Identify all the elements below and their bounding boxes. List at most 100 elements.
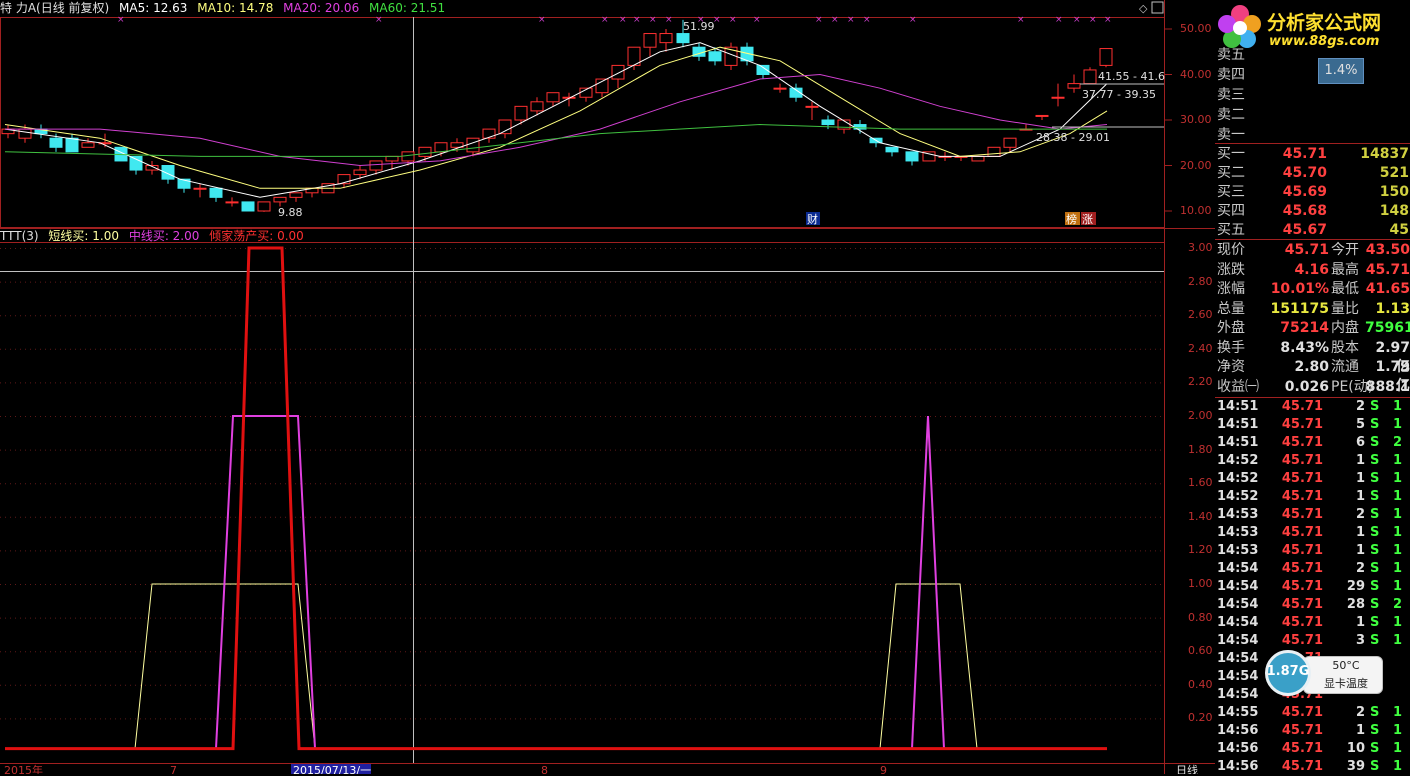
stat-label: 涨幅: [1217, 281, 1245, 297]
signal-x-mark: ×: [753, 15, 761, 25]
stat-label: 股本: [1331, 339, 1359, 356]
indicator-name[interactable]: TTT(3): [0, 229, 39, 243]
sell-level-row[interactable]: 卖五: [1215, 46, 1410, 65]
tick-volume: 2: [1355, 507, 1365, 522]
tick-time: 14:55: [1217, 705, 1259, 720]
tick-price: 45.71: [1281, 471, 1323, 486]
signal-x-mark: ×: [601, 15, 609, 25]
candle-body: [353, 169, 367, 176]
tick-side: S: [1370, 615, 1380, 630]
tick-price: 45.71: [1281, 615, 1323, 630]
candle-body: [65, 137, 79, 153]
sell-level-label: 卖三: [1217, 87, 1245, 103]
buy-level-row[interactable]: 买二 45.70 521: [1215, 164, 1410, 183]
candle-body: [1051, 96, 1065, 99]
signal-x-mark: ×: [1089, 15, 1097, 25]
tick-side: S: [1370, 561, 1380, 576]
tick-time: 14:54: [1217, 615, 1259, 630]
indicator-gridlines: [0, 248, 1164, 720]
candle-body: [514, 105, 528, 121]
tick-side: S: [1370, 633, 1380, 648]
candle-body: [805, 105, 819, 108]
tick-price: 45.71: [1281, 525, 1323, 540]
stat-value: 2.80: [1294, 359, 1329, 375]
buy-level-label: 买二: [1217, 165, 1245, 181]
xaxis-label-sep: 9: [880, 764, 887, 774]
sell-level-row[interactable]: 卖四: [1215, 66, 1410, 85]
price-tick-label: 20.00: [1180, 158, 1212, 172]
tick-count: 1: [1393, 741, 1403, 756]
tick-price: 45.71: [1281, 543, 1323, 558]
tick-time: 14:53: [1217, 507, 1259, 522]
stat-label: 内盘: [1331, 320, 1359, 336]
candle-body: [257, 201, 271, 212]
period-label[interactable]: 日线: [1176, 763, 1198, 774]
tick-row: 14:54 45.71 1 S 1: [1215, 614, 1410, 632]
ma20-line: [5, 73, 1108, 167]
indicator-tick-label: 2.60: [1188, 308, 1213, 322]
candle-body: [225, 201, 239, 204]
stat-value: 8.43%: [1280, 339, 1329, 356]
stat-label: 涨跌: [1217, 261, 1245, 278]
tick-count: 2: [1393, 597, 1403, 612]
tick-count: 1: [1393, 705, 1403, 720]
stat-row: 现价 45.71 今开 43.50: [1215, 241, 1410, 260]
tick-time: 14:52: [1217, 453, 1259, 468]
sell-level-row[interactable]: 卖二: [1215, 106, 1410, 125]
window-toggle-icon[interactable]: [1151, 1, 1164, 14]
buy-level-label: 买三: [1217, 184, 1245, 200]
candle-body: [1035, 114, 1049, 117]
candle-body: [1067, 83, 1081, 89]
buy-level-price: 45.68: [1282, 203, 1327, 219]
tick-price: 45.71: [1281, 399, 1323, 414]
candle-body: [987, 146, 1001, 157]
stat-row: 净资 2.80 流通 1.79亿: [1215, 358, 1410, 394]
candle-body: [49, 137, 63, 148]
buy-level-row[interactable]: 买三 45.69 150: [1215, 183, 1410, 202]
tick-time: 14:51: [1217, 399, 1259, 414]
stat-value: 10.01%: [1270, 281, 1329, 297]
gpu-widget[interactable]: 50°C 显卡温度 1.87G: [1265, 650, 1383, 698]
candle-body: [434, 142, 448, 153]
buy-level-row[interactable]: 买五 45.67 45: [1215, 221, 1410, 240]
tick-row: 14:52 45.71 1 S 1: [1215, 452, 1410, 470]
candle-body: [708, 51, 722, 62]
tick-volume: 2: [1355, 399, 1365, 414]
sell-level-label: 卖二: [1217, 107, 1245, 123]
signal-x-mark: ×: [847, 15, 855, 25]
chart-area[interactable]: × × × × × × × × × × × × × × × × × × × × × × 51.99 9.88 41.55 …: [0, 0, 1215, 774]
tick-side: S: [1370, 417, 1380, 432]
tick-price: 45.71: [1281, 579, 1323, 594]
sell-level-row[interactable]: 卖三: [1215, 86, 1410, 105]
candle-body: [546, 92, 560, 103]
signal-x-mark: ×: [665, 15, 673, 25]
tick-side: S: [1370, 741, 1380, 756]
tick-row: 14:56 45.71 39 S 1: [1215, 758, 1410, 776]
tick-price: 45.71: [1281, 417, 1323, 432]
candle-body: [241, 201, 255, 212]
buy-level-row[interactable]: 买一 45.71 14837: [1215, 145, 1410, 164]
candle-body: [1003, 137, 1017, 148]
mid-buy-line: [5, 415, 1107, 750]
candle-body: [418, 146, 432, 157]
stat-row: 总量 151175 量比 1.13: [1215, 300, 1410, 319]
tick-price: 45.71: [1281, 561, 1323, 576]
stat-value: 4.16: [1294, 261, 1329, 278]
buy-level-price: 45.67: [1282, 222, 1327, 238]
candle-body: [1099, 48, 1113, 66]
indicator-tick-label: 0.60: [1188, 644, 1213, 658]
mid-buy-label: 中线买: 2.00: [128, 229, 200, 243]
tick-price: 45.71: [1281, 489, 1323, 504]
tick-time: 14:54: [1217, 669, 1259, 684]
indicator-header: TTT(3) 短线买: 1.00 中线买: 2.00 倾家荡产买: 0.00: [0, 229, 310, 243]
signal-x-mark: ×: [538, 15, 546, 25]
buy-level-row[interactable]: 买四 45.68 148: [1215, 202, 1410, 221]
stat-value: 41.65: [1365, 281, 1410, 297]
tick-time: 14:52: [1217, 489, 1259, 504]
candle-body: [466, 137, 480, 153]
diamond-icon[interactable]: ◇: [1139, 2, 1148, 15]
stat-value: 1.13: [1375, 300, 1410, 317]
signal-x-mark: ×: [1104, 15, 1112, 25]
candle-body: [643, 33, 657, 48]
tick-time: 14:56: [1217, 759, 1259, 774]
